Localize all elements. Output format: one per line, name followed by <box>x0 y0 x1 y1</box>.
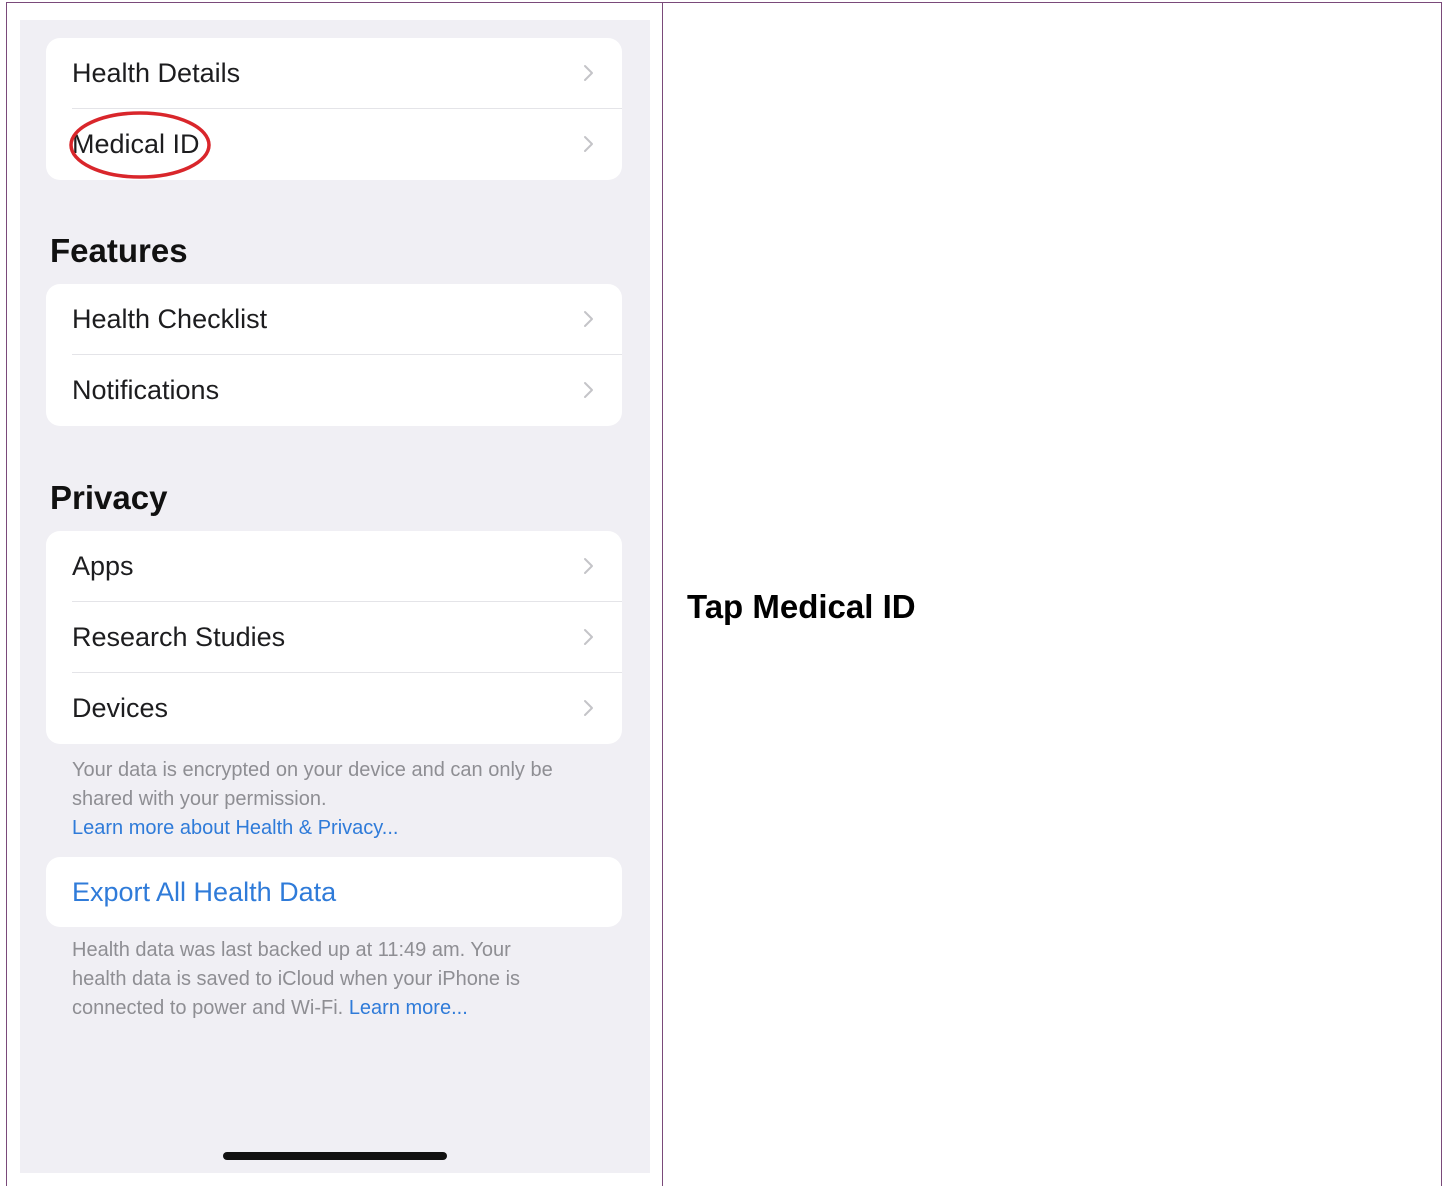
apps-label: Apps <box>72 551 134 581</box>
home-indicator <box>223 1152 447 1160</box>
notifications-label: Notifications <box>72 375 220 405</box>
chevron-right-icon <box>584 629 593 645</box>
notifications-row[interactable]: Notifications <box>46 355 622 426</box>
privacy-learn-more-link[interactable]: Learn more about Health & Privacy... <box>72 817 398 839</box>
devices-label: Devices <box>72 693 169 723</box>
phone-screenshot: Health Details Medical ID Features Healt… <box>20 20 650 1173</box>
highlight-circle <box>69 111 211 179</box>
privacy-footer-text: Your data is encrypted on your device an… <box>72 759 553 810</box>
privacy-footer: Your data is encrypted on your device an… <box>72 756 592 843</box>
health-checklist-row[interactable]: Health Checklist <box>46 284 622 355</box>
chevron-right-icon <box>584 700 593 716</box>
apps-row[interactable]: Apps <box>46 531 622 602</box>
document-table: Health Details Medical ID Features Healt… <box>6 2 1442 1186</box>
instruction-text: Tap Medical ID <box>687 588 916 625</box>
chevron-right-icon <box>584 136 593 152</box>
privacy-group: Apps Research Studies Devices <box>46 531 622 744</box>
backup-footer: Health data was last backed up at 11:49 … <box>72 936 542 1023</box>
features-heading: Features <box>50 232 188 269</box>
export-health-data-button[interactable]: Export All Health Data <box>72 857 336 927</box>
chevron-right-icon <box>584 382 593 398</box>
research-studies-label: Research Studies <box>72 622 286 652</box>
backup-learn-more-link[interactable]: Learn more... <box>349 997 468 1019</box>
health-details-label: Health Details <box>72 58 241 88</box>
export-group: Export All Health Data <box>46 857 622 927</box>
features-group: Health Checklist Notifications <box>46 284 622 426</box>
devices-row[interactable]: Devices <box>46 673 622 744</box>
column-divider <box>662 3 663 1186</box>
chevron-right-icon <box>584 65 593 81</box>
research-studies-row[interactable]: Research Studies <box>46 602 622 673</box>
chevron-right-icon <box>584 311 593 327</box>
privacy-heading: Privacy <box>50 479 168 516</box>
health-details-row[interactable]: Health Details <box>46 38 622 109</box>
health-checklist-label: Health Checklist <box>72 304 268 334</box>
chevron-right-icon <box>584 558 593 574</box>
